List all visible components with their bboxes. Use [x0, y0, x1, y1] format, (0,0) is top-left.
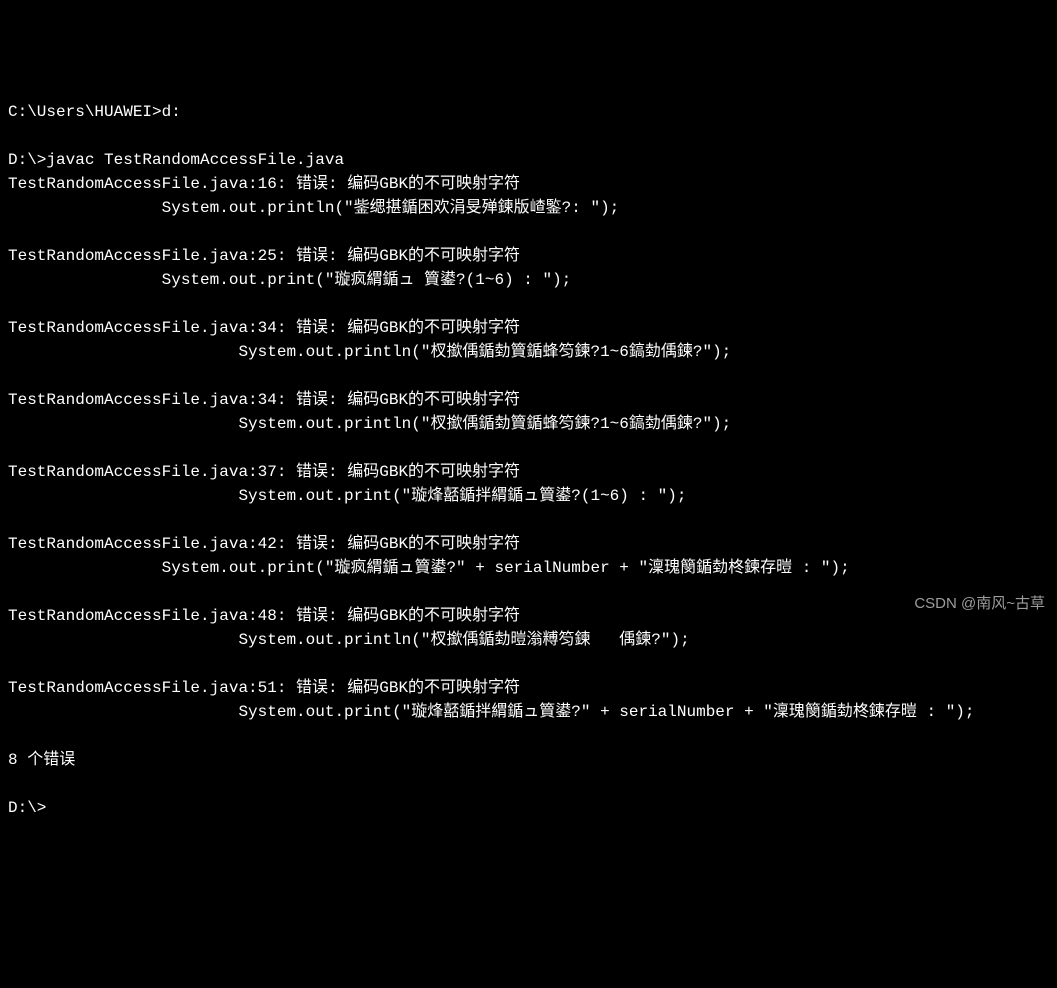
- terminal-line: [8, 580, 1049, 604]
- terminal-line: TestRandomAccessFile.java:25: 错误: 编码GBK的…: [8, 244, 1049, 268]
- terminal-line: [8, 772, 1049, 796]
- terminal-line: TestRandomAccessFile.java:34: 错误: 编码GBK的…: [8, 388, 1049, 412]
- terminal-line: System.out.print("璇疯緭鍎ュ 簤鍙?(1~6) : ");: [8, 268, 1049, 292]
- terminal-output: C:\Users\HUAWEI>d: D:\>javac TestRandomA…: [8, 100, 1049, 820]
- terminal-line: System.out.println("杈撳偊鍎勎暟滃糐笉鍊 偊鍊?");: [8, 628, 1049, 652]
- terminal-line: [8, 652, 1049, 676]
- terminal-line: System.out.print("璇烽嚭鍎拌緭鍎ュ簤鍙?(1~6) : ");: [8, 484, 1049, 508]
- terminal-line: TestRandomAccessFile.java:37: 错误: 编码GBK的…: [8, 460, 1049, 484]
- terminal-line: System.out.println("杈撳偊鍎勎簤鍎蜂笉鍊?1~6鎬勎偊鍊?"…: [8, 412, 1049, 436]
- terminal-line: TestRandomAccessFile.java:42: 错误: 编码GBK的…: [8, 532, 1049, 556]
- terminal-line: [8, 508, 1049, 532]
- terminal-line: D:\>: [8, 796, 1049, 820]
- terminal-line: C:\Users\HUAWEI>d:: [8, 100, 1049, 124]
- terminal-line: 8 个错误: [8, 748, 1049, 772]
- terminal-line: System.out.print("璇疯緭鍎ュ簤鍙?" + serialNumb…: [8, 556, 1049, 580]
- terminal-line: TestRandomAccessFile.java:34: 错误: 编码GBK的…: [8, 316, 1049, 340]
- terminal-line: TestRandomAccessFile.java:16: 错误: 编码GBK的…: [8, 172, 1049, 196]
- terminal-line: [8, 292, 1049, 316]
- terminal-line: [8, 724, 1049, 748]
- terminal-line: TestRandomAccessFile.java:51: 错误: 编码GBK的…: [8, 676, 1049, 700]
- terminal-line: [8, 436, 1049, 460]
- watermark: CSDN @南风~古草: [914, 593, 1045, 616]
- terminal-line: [8, 124, 1049, 148]
- terminal-line: D:\>javac TestRandomAccessFile.java: [8, 148, 1049, 172]
- terminal-line: [8, 220, 1049, 244]
- terminal-line: [8, 364, 1049, 388]
- terminal-line: System.out.println("鈭缌揕鍎困欢涓旻殚鍊版嵖鍳?: ");: [8, 196, 1049, 220]
- terminal-line: System.out.print("璇烽嚭鍎拌緭鍎ュ簤鍙?" + serialN…: [8, 700, 1049, 724]
- terminal-line: System.out.println("杈撳偊鍎勎簤鍎蜂笉鍊?1~6鎬勎偊鍊?"…: [8, 340, 1049, 364]
- terminal-line: TestRandomAccessFile.java:48: 错误: 编码GBK的…: [8, 604, 1049, 628]
